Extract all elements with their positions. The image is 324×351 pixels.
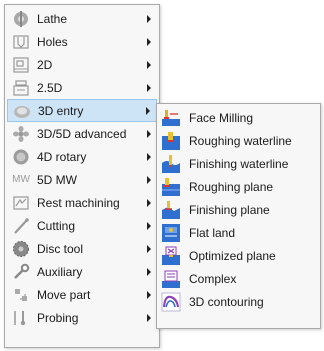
submenu-item-label: Optimized plane (189, 248, 276, 263)
finishing-waterline-icon (161, 154, 181, 174)
menu-item-cutting[interactable]: Cutting (7, 214, 157, 237)
submenu-item-finishing-plane[interactable]: Finishing plane (159, 198, 318, 221)
menu-item-holes[interactable]: Holes (7, 30, 157, 53)
submenu-arrow-icon (147, 37, 151, 46)
submenu-item-label: 3D contouring (189, 294, 264, 309)
menu-item-rest-machining[interactable]: Rest machining (7, 191, 157, 214)
menu-item-label: Rest machining (37, 195, 120, 210)
probing-icon (11, 308, 31, 328)
lathe-icon (11, 9, 31, 29)
submenu-arrow-icon (147, 244, 151, 253)
submenu-item-optimized-plane[interactable]: Optimized plane (159, 244, 318, 267)
menu-item-3d-entry[interactable]: 3D entry (7, 99, 157, 122)
menu-item-disc-tool[interactable]: Disc tool (7, 237, 157, 260)
menu-item-label: 2.5D (37, 80, 63, 95)
menu-item-3d-5d-advanced[interactable]: 3D/5D advanced (7, 122, 157, 145)
submenu-arrow-icon (147, 198, 151, 207)
3d-5d-advanced-icon (11, 124, 31, 144)
menu-item-label: Lathe (37, 11, 68, 26)
menu-item-2d[interactable]: 2D (7, 53, 157, 76)
submenu-item-label: Roughing plane (189, 179, 274, 194)
3d-contouring-icon (161, 292, 181, 312)
complex-icon (161, 269, 181, 289)
submenu-arrow-icon (147, 290, 151, 299)
submenu-item-roughing-waterline[interactable]: Roughing waterline (159, 129, 318, 152)
4d-rotary-icon (11, 147, 31, 167)
menu-item-lathe[interactable]: Lathe (7, 7, 157, 30)
submenu-arrow-icon (147, 152, 151, 161)
submenu-arrow-icon (147, 14, 151, 23)
roughing-plane-icon (161, 177, 181, 197)
roughing-waterline-icon (161, 131, 181, 151)
submenu-item-finishing-waterline[interactable]: Finishing waterline (159, 152, 318, 175)
disc-tool-icon (11, 239, 31, 259)
2d-icon (11, 55, 31, 75)
submenu-arrow-icon (147, 83, 151, 92)
holes-icon (11, 32, 31, 52)
submenu-item-label: Roughing waterline (189, 133, 292, 148)
submenu-item-label: Finishing plane (189, 202, 270, 217)
menu-item-move-part[interactable]: Move part (7, 283, 157, 306)
menu-item-4d-rotary[interactable]: 4D rotary (7, 145, 157, 168)
submenu-arrow-icon (147, 221, 151, 230)
menu-item-label: Probing (37, 310, 79, 325)
submenu-item-3d-contouring[interactable]: 3D contouring (159, 290, 318, 313)
menu-item-label: 2D (37, 57, 53, 72)
menu-item-label: 5D MW (37, 172, 77, 187)
cutting-icon (11, 216, 31, 236)
2-5d-icon (11, 78, 31, 98)
menu-item-2-5d[interactable]: 2.5D (7, 76, 157, 99)
submenu-item-label: Finishing waterline (189, 156, 289, 171)
menu-item-5d-mw[interactable]: MW 5D MW (7, 168, 157, 191)
wrench-icon (11, 262, 31, 282)
menu-item-probing[interactable]: Probing (7, 306, 157, 329)
menu-item-label: 3D entry (38, 103, 84, 118)
submenu-item-roughing-plane[interactable]: Roughing plane (159, 175, 318, 198)
menu-item-label: 4D rotary (37, 149, 87, 164)
submenu-arrow-icon (147, 129, 151, 138)
optimized-plane-icon (161, 246, 181, 266)
menu-item-label: Disc tool (37, 241, 84, 256)
submenu-arrow-icon (147, 175, 151, 184)
main-context-menu: Lathe Holes 2D 2.5D 3D entry 3D/5D advan (4, 4, 160, 348)
menu-item-label: Cutting (37, 218, 76, 233)
rest-machining-icon (11, 193, 31, 213)
finishing-plane-icon (161, 200, 181, 220)
submenu-arrow-icon (147, 313, 151, 322)
move-part-icon (11, 285, 31, 305)
menu-item-label: Move part (37, 287, 91, 302)
submenu-arrow-icon (147, 267, 151, 276)
menu-item-auxiliary[interactable]: Auxiliary (7, 260, 157, 283)
submenu-item-face-milling[interactable]: Face Milling (159, 106, 318, 129)
3d-entry-submenu: Face Milling Roughing waterline Finishin… (156, 103, 321, 329)
menu-item-label: Holes (37, 34, 68, 49)
menu-item-label: Auxiliary (37, 264, 83, 279)
flat-land-icon (161, 223, 181, 243)
submenu-item-label: Face Milling (189, 110, 254, 125)
submenu-item-flat-land[interactable]: Flat land (159, 221, 318, 244)
submenu-item-complex[interactable]: Complex (159, 267, 318, 290)
submenu-arrow-icon (146, 106, 150, 115)
3d-entry-icon (12, 101, 32, 121)
menu-item-label: 3D/5D advanced (37, 126, 127, 141)
5d-mw-icon: MW (12, 174, 30, 185)
submenu-item-label: Flat land (189, 225, 236, 240)
face-milling-icon (161, 108, 181, 128)
submenu-arrow-icon (147, 60, 151, 69)
submenu-item-label: Complex (189, 271, 237, 286)
